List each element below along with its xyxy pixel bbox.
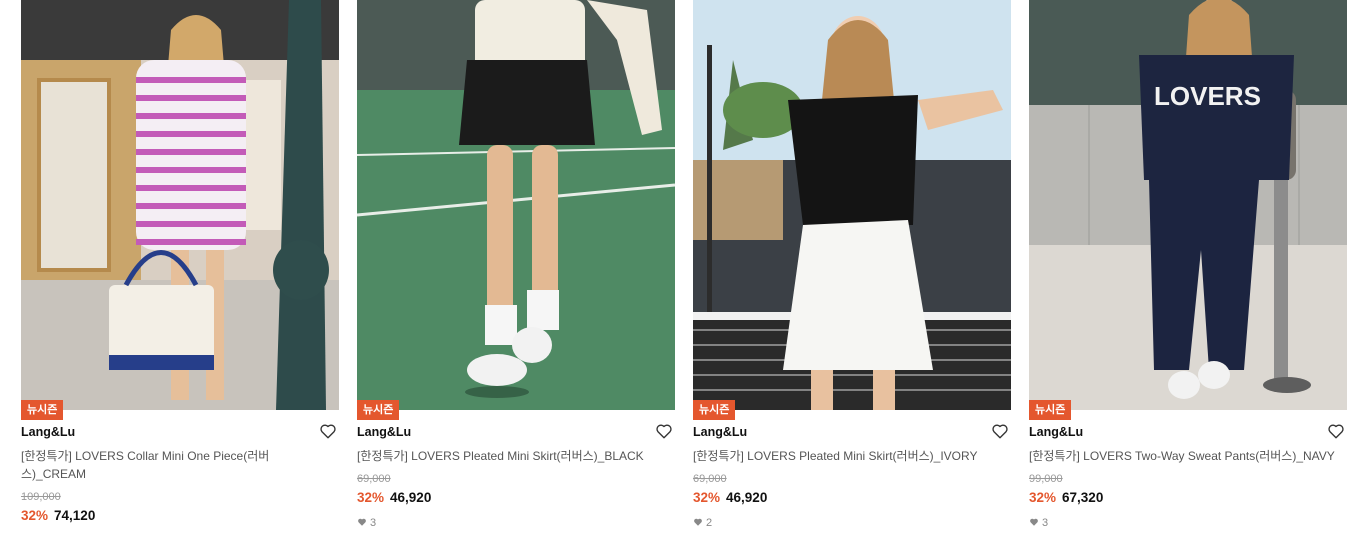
heart-icon[interactable] (655, 422, 673, 440)
product-card[interactable]: LOVERS 뉴시즌 Lang&Lu [한정특가] LOVERS Two-Way… (1029, 0, 1347, 533)
new-season-badge: 뉴시즌 (357, 400, 400, 420)
sale-price-row: 32% 74,120 (21, 508, 95, 523)
product-name[interactable]: [한정특가] LOVERS Collar Mini One Piece(러버스)… (21, 447, 321, 483)
like-count: 3 (357, 517, 376, 529)
sale-price-row: 32% 46,920 (693, 490, 767, 505)
product-name[interactable]: [한정특가] LOVERS Pleated Mini Skirt(러버스)_BL… (357, 447, 657, 465)
product-card[interactable]: 뉴시즌 Lang&Lu [한정특가] LOVERS Pleated Mini S… (357, 0, 675, 533)
brand-name[interactable]: Lang&Lu (1029, 425, 1083, 439)
sale-price: 46,920 (390, 490, 432, 505)
like-count-value: 2 (706, 517, 713, 529)
product-image[interactable] (357, 0, 675, 410)
product-name[interactable]: [한정특가] LOVERS Two-Way Sweat Pants(러버스)_N… (1029, 447, 1347, 465)
brand-name[interactable]: Lang&Lu (21, 425, 75, 439)
new-season-badge: 뉴시즌 (693, 400, 736, 420)
like-count: 2 (693, 517, 712, 529)
sale-price: 46,920 (726, 490, 768, 505)
like-count-value: 3 (370, 517, 377, 529)
brand-name[interactable]: Lang&Lu (693, 425, 747, 439)
original-price: 69,000 (693, 473, 727, 485)
product-card[interactable]: 뉴시즌 Lang&Lu [한정특가] LOVERS Pleated Mini S… (693, 0, 1011, 533)
new-season-badge: 뉴시즌 (21, 400, 64, 420)
original-price: 99,000 (1029, 473, 1063, 485)
sale-price-row: 32% 67,320 (1029, 490, 1103, 505)
brand-name[interactable]: Lang&Lu (357, 425, 411, 439)
original-price: 69,000 (357, 473, 391, 485)
heart-icon[interactable] (991, 422, 1009, 440)
sale-price: 67,320 (1062, 490, 1104, 505)
new-season-badge: 뉴시즌 (1029, 400, 1072, 420)
heart-icon[interactable] (319, 422, 337, 440)
product-image[interactable] (693, 0, 1011, 410)
discount-rate: 32% (1029, 490, 1057, 505)
discount-rate: 32% (357, 490, 385, 505)
original-price: 109,000 (21, 491, 61, 503)
product-image[interactable]: LOVERS (1029, 0, 1347, 410)
product-image[interactable] (21, 0, 339, 410)
discount-rate: 32% (21, 508, 49, 523)
like-count-value: 3 (1042, 517, 1049, 529)
sweatshirt-print: LOVERS (1154, 81, 1261, 111)
heart-filled-icon (358, 518, 366, 526)
sale-price-row: 32% 46,920 (357, 490, 431, 505)
heart-icon[interactable] (1327, 422, 1345, 440)
product-name[interactable]: [한정특가] LOVERS Pleated Mini Skirt(러버스)_IV… (693, 447, 993, 465)
product-card[interactable]: 뉴시즌 Lang&Lu [한정특가] LOVERS Collar Mini On… (21, 0, 339, 533)
heart-filled-icon (694, 518, 702, 526)
discount-rate: 32% (693, 490, 721, 505)
heart-filled-icon (1030, 518, 1038, 526)
product-grid: 뉴시즌 Lang&Lu [한정특가] LOVERS Collar Mini On… (0, 0, 1353, 533)
sale-price: 74,120 (54, 508, 96, 523)
like-count: 3 (1029, 517, 1048, 529)
